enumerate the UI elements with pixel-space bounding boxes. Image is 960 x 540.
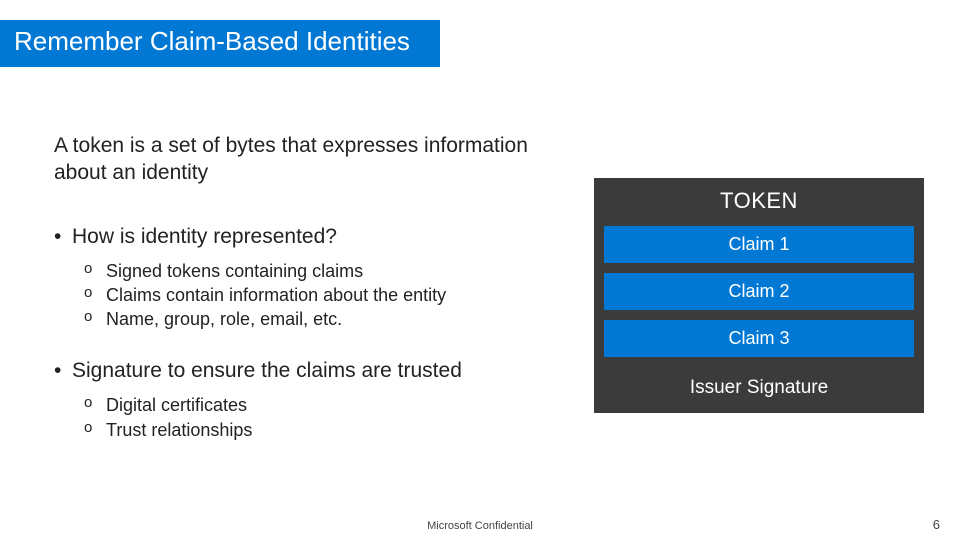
token-diagram: TOKEN Claim 1 Claim 2 Claim 3 Issuer Sig… (594, 178, 924, 413)
intro-text: A token is a set of bytes that expresses… (54, 132, 534, 187)
bullet-signature: Signature to ensure the claims are trust… (54, 359, 534, 383)
claim-box: Claim 2 (604, 273, 914, 310)
footer-text: Microsoft Confidential (0, 520, 960, 532)
sub-bullet: Signed tokens containing claims (84, 259, 534, 283)
sub-bullet: Trust relationships (84, 418, 534, 442)
page-number: 6 (933, 517, 940, 532)
claim-box: Claim 1 (604, 226, 914, 263)
sub-list-identity: Signed tokens containing claims Claims c… (84, 259, 534, 332)
slide: Remember Claim-Based Identities A token … (0, 0, 960, 540)
sub-bullet: Name, group, role, email, etc. (84, 307, 534, 331)
sub-list-signature: Digital certificates Trust relationships (84, 393, 534, 442)
sub-bullet: Digital certificates (84, 393, 534, 417)
bullet-identity: How is identity represented? (54, 225, 534, 249)
token-header: TOKEN (594, 178, 924, 226)
issuer-signature: Issuer Signature (594, 367, 924, 403)
sub-bullet: Claims contain information about the ent… (84, 283, 534, 307)
slide-title: Remember Claim-Based Identities (0, 20, 440, 67)
body-content: A token is a set of bytes that expresses… (54, 132, 534, 470)
claim-box: Claim 3 (604, 320, 914, 357)
